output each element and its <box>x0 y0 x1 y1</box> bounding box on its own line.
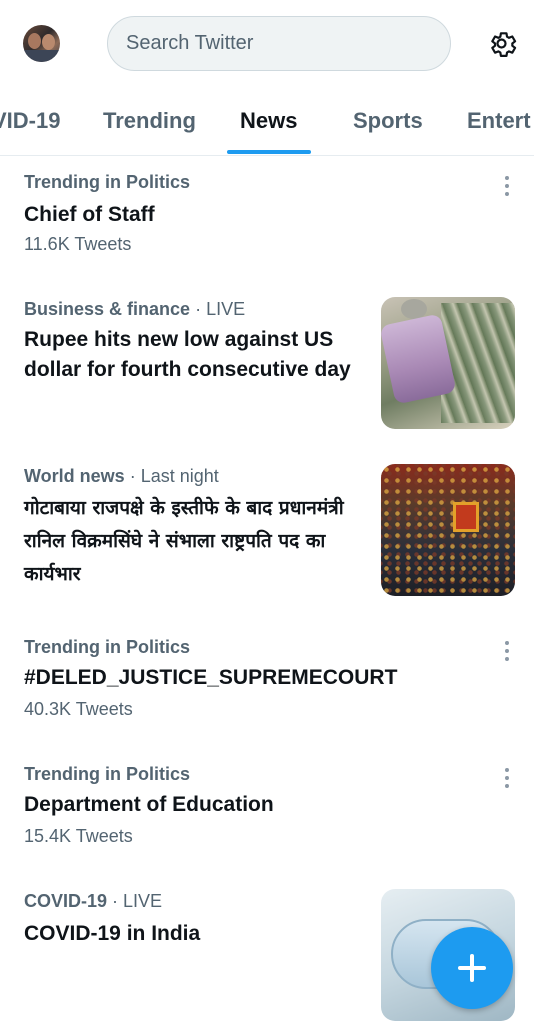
item-headline: Rupee hits new low against US dollar for… <box>24 328 351 381</box>
trend-item[interactable]: Trending in Politics #DELED_JUSTICE_SUPR… <box>0 637 534 737</box>
more-vertical-icon[interactable] <box>500 641 514 663</box>
gear-icon[interactable] <box>484 26 519 61</box>
item-headline: Chief of Staff <box>24 203 155 226</box>
avatar-face-left <box>28 33 41 49</box>
item-tweet-count: 40.3K Tweets <box>24 699 133 719</box>
more-vertical-icon[interactable] <box>500 768 514 790</box>
trend-item[interactable]: Trending in Politics Chief of Staff 11.6… <box>0 172 534 272</box>
item-category: Trending in Politics <box>24 172 191 192</box>
tab-covid-19[interactable]: VID-19 <box>0 108 60 134</box>
item-meta: Business & finance · LIVE <box>24 299 245 320</box>
item-tweet-count: 15.4K Tweets <box>24 826 133 846</box>
item-category: Business & finance <box>24 299 191 319</box>
avatar-shirt <box>23 50 60 62</box>
item-headline: #DELED_JUSTICE_SUPREMECOURT <box>24 666 398 689</box>
explore-tabs: VID-19 Trending News Sports Entert <box>0 88 534 156</box>
top-bar: Search Twitter <box>0 0 534 88</box>
item-category: Trending in Politics <box>24 637 191 657</box>
item-meta-extra: · LIVE <box>195 299 246 319</box>
tab-sports[interactable]: Sports <box>353 108 423 134</box>
item-category: COVID-19 <box>24 891 108 911</box>
crowd-thumbnail <box>381 464 515 596</box>
item-tweet-count: 11.6K Tweets <box>24 234 132 254</box>
tab-entertainment[interactable]: Entert <box>467 108 531 134</box>
search-placeholder: Search Twitter <box>126 32 254 54</box>
news-item[interactable]: Business & finance · LIVE Rupee hits new… <box>0 297 534 431</box>
active-tab-indicator <box>227 150 311 154</box>
tab-news[interactable]: News <box>240 108 297 134</box>
more-vertical-icon[interactable] <box>500 176 514 198</box>
compose-tweet-button[interactable] <box>431 927 513 1009</box>
item-meta-extra: · LIVE <box>112 891 163 911</box>
item-category: World news <box>24 466 125 486</box>
profile-avatar[interactable] <box>23 25 60 62</box>
flag-image <box>453 502 479 532</box>
search-input[interactable]: Search Twitter <box>107 16 451 71</box>
crowd-image <box>381 464 515 596</box>
dollar-bills-image <box>441 303 515 423</box>
item-category: Trending in Politics <box>24 764 191 784</box>
item-headline: COVID-19 in India <box>24 922 201 945</box>
item-meta-extra: · Last night <box>129 466 219 486</box>
plus-icon-vertical <box>470 954 474 982</box>
item-meta: World news · Last night <box>24 466 219 487</box>
trend-item[interactable]: Trending in Politics Department of Educa… <box>0 764 534 864</box>
item-meta: COVID-19 · LIVE <box>24 891 162 912</box>
item-meta: Trending in Politics <box>24 637 190 658</box>
news-item[interactable]: World news · Last night गोटाबाया राजपक्ष… <box>0 464 534 598</box>
item-meta: Trending in Politics <box>24 764 190 785</box>
item-meta: Trending in Politics <box>24 172 190 193</box>
tab-trending[interactable]: Trending <box>103 108 196 134</box>
item-headline: गोटाबाया राजपक्षे के इस्तीफे के बाद प्रध… <box>24 497 344 585</box>
item-headline: Department of Education <box>24 793 274 816</box>
avatar-face-right <box>42 34 55 50</box>
money-thumbnail <box>381 297 515 429</box>
